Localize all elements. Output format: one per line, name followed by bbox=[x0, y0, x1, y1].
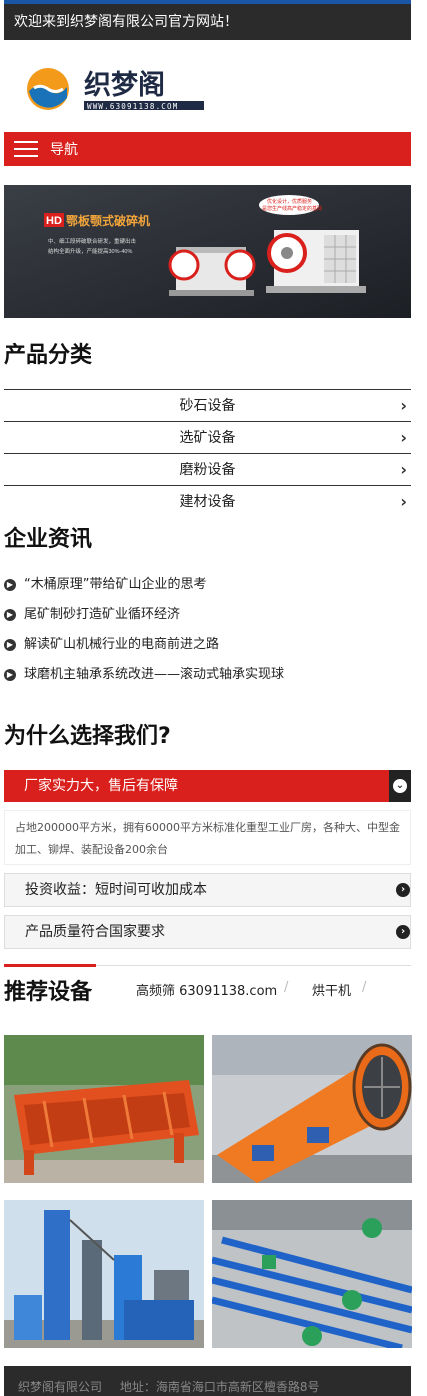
header: 织梦阁 WWW.63091138.COM bbox=[4, 40, 411, 132]
footer-address: 地址：海南省海口市高新区檀香路8号 bbox=[119, 1380, 320, 1394]
accordion-label[interactable]: 产品质量符合国家要求 bbox=[25, 924, 165, 940]
banner[interactable]: HD 鄂板颚式破碎机 中、细工段碎破联合研发，重硬出击 结构全面升级，产能提高3… bbox=[4, 185, 411, 318]
tab-separator: / bbox=[362, 980, 367, 995]
page: 欢迎来到织梦阁有限公司官方网站！ 织梦阁 WWW.63091138.COM 导航… bbox=[4, 0, 412, 1396]
why-title: 为什么选择我们? bbox=[4, 724, 171, 749]
chevron-right-icon[interactable]: › bbox=[396, 883, 410, 897]
news-link[interactable]: 解读矿山机械行业的电商前进之路 bbox=[24, 630, 219, 660]
accordion-header[interactable]: 投资收益：短时间可收加成本 › bbox=[4, 873, 411, 907]
category-label[interactable]: 建材设备 bbox=[180, 494, 236, 510]
category-item[interactable]: 选矿设备 › bbox=[4, 421, 411, 453]
category-item[interactable]: 磨粉设备 › bbox=[4, 453, 411, 485]
banner-bubble-2: 是您生产线高产稳定的基础 bbox=[262, 205, 322, 212]
chevron-right-icon[interactable]: › bbox=[396, 925, 410, 939]
arrow-circle-icon: ▶ bbox=[4, 609, 16, 621]
chevron-down-icon: ⌄ bbox=[393, 779, 407, 793]
banner-feature-2: 结构全面升级，产能提高30%-40% bbox=[48, 247, 132, 255]
welcome-text: 欢迎来到织梦阁有限公司官方网站！ bbox=[14, 14, 238, 30]
banner-headline: 鄂板颚式破碎机 bbox=[66, 213, 150, 228]
chevron-right-icon: › bbox=[400, 428, 407, 447]
news-item[interactable]: ▶ “木桶原理”带给矿山企业的思考 bbox=[4, 570, 411, 600]
category-label[interactable]: 砂石设备 bbox=[180, 398, 236, 414]
logo-text: 织梦阁 bbox=[84, 69, 165, 101]
crusher-right-illustration bbox=[266, 230, 366, 293]
category-list: 砂石设备 › 选矿设备 › 磨粉设备 › 建材设备 › bbox=[4, 389, 411, 517]
accordion-toggle[interactable]: ⌄ bbox=[389, 770, 411, 802]
site-logo[interactable]: 织梦阁 WWW.63091138.COM bbox=[26, 64, 211, 114]
categories-title: 产品分类 bbox=[4, 343, 93, 368]
news-link[interactable]: 尾矿制砂打造矿业循环经济 bbox=[24, 600, 180, 630]
recommend-tab[interactable]: 高频筛 63091138.com bbox=[136, 980, 277, 999]
banner-image: HD 鄂板颚式破碎机 中、细工段碎破联合研发，重硬出击 结构全面升级，产能提高3… bbox=[4, 185, 411, 318]
menu-icon[interactable] bbox=[14, 141, 38, 157]
news-link[interactable]: 球磨机主轴承系统改进——滚动式轴承实现球 bbox=[24, 660, 284, 690]
product-image-dryer[interactable] bbox=[212, 1035, 412, 1183]
category-label[interactable]: 选矿设备 bbox=[180, 430, 236, 446]
logo-url: WWW.63091138.COM bbox=[87, 102, 178, 111]
category-item[interactable]: 建材设备 › bbox=[4, 485, 411, 517]
crusher-left-illustration bbox=[168, 247, 256, 296]
news-item[interactable]: ▶ 解读矿山机械行业的电商前进之路 bbox=[4, 630, 411, 660]
tab-separator: / bbox=[284, 980, 289, 995]
footer-company: 织梦阁有限公司 bbox=[18, 1380, 103, 1394]
category-item[interactable]: 砂石设备 › bbox=[4, 389, 411, 421]
category-label[interactable]: 磨粉设备 bbox=[180, 462, 236, 478]
accordion-header-open[interactable]: 厂家实力大，售后有保障 ⌄ bbox=[4, 770, 411, 802]
accordion-header[interactable]: 产品质量符合国家要求 › bbox=[4, 915, 411, 949]
news-link[interactable]: “木桶原理”带给矿山企业的思考 bbox=[24, 570, 206, 600]
accordion-label[interactable]: 厂家实力大，售后有保障 bbox=[24, 778, 178, 794]
top-bar: 欢迎来到织梦阁有限公司官方网站！ bbox=[4, 0, 411, 40]
banner-tag: HD bbox=[46, 215, 62, 227]
accordion-label[interactable]: 投资收益：短时间可收加成本 bbox=[25, 882, 207, 898]
footer: 织梦阁有限公司 地址：海南省海口市高新区檀香路8号 bbox=[4, 1366, 411, 1396]
arrow-circle-icon: ▶ bbox=[4, 579, 16, 591]
news-item[interactable]: ▶ 球磨机主轴承系统改进——滚动式轴承实现球 bbox=[4, 660, 411, 690]
title-accent-line bbox=[4, 964, 96, 967]
recommend-title: 推荐设备 bbox=[4, 980, 93, 1005]
banner-feature-1: 中、细工段碎破联合研发，重硬出击 bbox=[48, 237, 137, 245]
recommend-header: 推荐设备 高频筛 63091138.com / 烘干机 / bbox=[4, 964, 411, 1009]
chevron-right-icon: › bbox=[400, 396, 407, 415]
product-image-plant[interactable] bbox=[4, 1200, 204, 1348]
banner-bubble-1: 优化设计，优质服务 bbox=[267, 198, 312, 205]
product-image-screen[interactable] bbox=[4, 1035, 204, 1183]
chevron-right-icon: › bbox=[400, 460, 407, 479]
arrow-circle-icon: ▶ bbox=[4, 669, 16, 681]
news-item[interactable]: ▶ 尾矿制砂打造矿业循环经济 bbox=[4, 600, 411, 630]
recommend-tab[interactable]: 烘干机 bbox=[312, 980, 351, 999]
accordion-body: 占地200000平方米，拥有60000平方米标准化重型工业厂房，各种大、中型金加… bbox=[4, 810, 411, 865]
nav-label[interactable]: 导航 bbox=[50, 139, 78, 159]
product-image-conveyor[interactable] bbox=[212, 1200, 412, 1348]
news-title: 企业资讯 bbox=[4, 527, 93, 552]
arrow-circle-icon: ▶ bbox=[4, 639, 16, 651]
news-list: ▶ “木桶原理”带给矿山企业的思考 ▶ 尾矿制砂打造矿业循环经济 ▶ 解读矿山机… bbox=[4, 570, 411, 690]
chevron-right-icon: › bbox=[400, 492, 407, 511]
nav-bar[interactable]: 导航 bbox=[4, 132, 411, 166]
